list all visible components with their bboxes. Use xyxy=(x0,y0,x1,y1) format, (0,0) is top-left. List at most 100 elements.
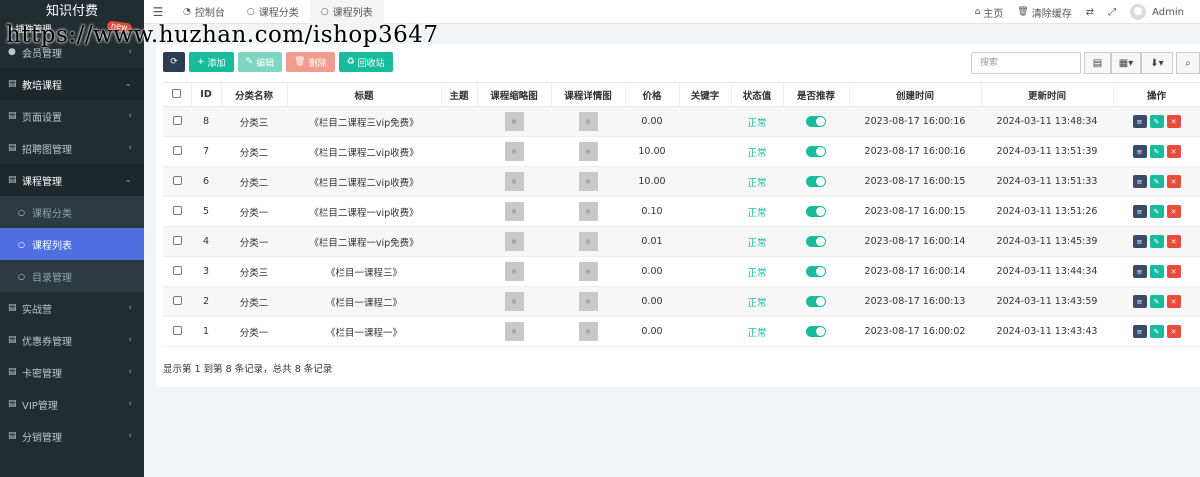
sidebar-item[interactable]: ▤ VIP管理 ‹ xyxy=(0,388,144,420)
delete-button[interactable]: 🗑 删除 xyxy=(286,52,335,72)
refresh-button[interactable]: ⟳ xyxy=(163,52,185,72)
thumbnail-image[interactable]: 图 xyxy=(504,142,524,161)
detail-image[interactable]: 图 xyxy=(578,262,598,281)
sidebar-item[interactable]: ▤ 页面设置 ‹ xyxy=(0,100,144,132)
sidebar-item[interactable]: ▤ 实战营 ‹ xyxy=(0,292,144,324)
row-checkbox[interactable] xyxy=(172,325,182,335)
add-button[interactable]: + 添加 xyxy=(189,52,234,72)
col-header[interactable]: 主题 xyxy=(441,82,478,107)
sidebar-item[interactable]: ○ 课程列表 xyxy=(0,228,144,260)
search-input[interactable]: 搜索 xyxy=(971,52,1081,74)
row-checkbox[interactable] xyxy=(172,145,182,155)
sidebar-item[interactable]: ▤ 招聘图管理 ‹ xyxy=(0,132,144,164)
detail-button[interactable]: ≡ xyxy=(1132,235,1147,248)
thumbnail-image[interactable]: 图 xyxy=(504,262,524,281)
row-select-cell[interactable] xyxy=(163,106,191,137)
thumbnail-image[interactable]: 图 xyxy=(504,172,524,191)
row-select-cell[interactable] xyxy=(163,226,191,257)
status-badge[interactable]: 正常 xyxy=(747,328,766,339)
edit-row-button[interactable]: ✎ xyxy=(1149,175,1164,188)
thumbnail-image[interactable]: 图 xyxy=(504,322,524,341)
col-header[interactable]: 更新时间 xyxy=(981,82,1114,107)
tab-course-list[interactable]: ○ 课程列表 xyxy=(309,0,384,24)
detail-button[interactable]: ≡ xyxy=(1132,175,1147,188)
col-header[interactable]: 价格 xyxy=(625,82,680,107)
delete-row-button[interactable]: ✕ xyxy=(1166,325,1181,338)
delete-row-button[interactable]: ✕ xyxy=(1166,265,1181,278)
home-link[interactable]: ⌂ 主页 xyxy=(968,5,1011,20)
row-checkbox[interactable] xyxy=(172,205,182,215)
recommend-toggle[interactable] xyxy=(806,176,826,187)
select-all-checkbox[interactable] xyxy=(172,88,182,98)
status-badge[interactable]: 正常 xyxy=(747,118,766,129)
fullscreen-icon[interactable]: ⤢ xyxy=(1101,7,1123,18)
export-dropdown[interactable]: ⬇▾ xyxy=(1141,52,1173,74)
tab-course-category[interactable]: ○ 课程分类 xyxy=(236,0,310,24)
detail-button[interactable]: ≡ xyxy=(1132,145,1147,158)
thumbnail-image[interactable]: 图 xyxy=(504,292,524,311)
row-checkbox[interactable] xyxy=(172,115,182,125)
tab-dashboard[interactable]: ◔ 控制台 xyxy=(172,0,236,24)
delete-row-button[interactable]: ✕ xyxy=(1166,145,1181,158)
row-select-cell[interactable] xyxy=(163,166,191,197)
row-select-cell[interactable] xyxy=(163,136,191,167)
brand-title[interactable]: 知识付费 xyxy=(0,0,144,24)
recycle-bin-button[interactable]: ♻ 回收站 xyxy=(338,52,393,72)
detail-button[interactable]: ≡ xyxy=(1132,115,1147,128)
row-checkbox[interactable] xyxy=(172,265,182,275)
col-header[interactable]: ID xyxy=(191,82,222,107)
edit-button[interactable]: ✎ 编辑 xyxy=(237,52,283,72)
detail-image[interactable]: 图 xyxy=(578,292,598,311)
advanced-search-button[interactable]: ⌕ xyxy=(1176,52,1200,74)
row-select-cell[interactable] xyxy=(163,286,191,317)
recommend-toggle[interactable] xyxy=(806,236,826,247)
recommend-toggle[interactable] xyxy=(806,116,826,127)
detail-image[interactable]: 图 xyxy=(578,112,598,131)
detail-image[interactable]: 图 xyxy=(578,232,598,251)
sidebar-item[interactable]: ▤ 教培课程 ⌄ xyxy=(0,68,144,100)
detail-image[interactable]: 图 xyxy=(578,322,598,341)
status-badge[interactable]: 正常 xyxy=(747,298,766,309)
col-header[interactable]: 创建时间 xyxy=(849,82,982,107)
col-header[interactable]: 课程详情图 xyxy=(551,82,626,107)
col-header[interactable]: 状态值 xyxy=(731,82,784,107)
detail-button[interactable]: ≡ xyxy=(1132,295,1147,308)
recommend-toggle[interactable] xyxy=(806,326,826,337)
sidebar-item[interactable]: ▤ 分销管理 ‹ xyxy=(0,420,144,452)
columns-dropdown[interactable]: ▦▾ xyxy=(1111,52,1141,74)
status-badge[interactable]: 正常 xyxy=(747,208,766,219)
edit-row-button[interactable]: ✎ xyxy=(1149,265,1164,278)
col-header[interactable]: 是否推荐 xyxy=(783,82,850,107)
recommend-toggle[interactable] xyxy=(806,206,826,217)
sidebar-item[interactable]: ▤ 优惠券管理 ‹ xyxy=(0,324,144,356)
user-menu[interactable]: Admin xyxy=(1123,4,1200,20)
edit-row-button[interactable]: ✎ xyxy=(1149,205,1164,218)
translate-icon[interactable]: ⇄ xyxy=(1079,7,1101,18)
thumbnail-image[interactable]: 图 xyxy=(504,232,524,251)
edit-row-button[interactable]: ✎ xyxy=(1149,325,1164,338)
row-checkbox[interactable] xyxy=(172,175,182,185)
col-header[interactable]: 分类名称 xyxy=(221,82,288,107)
delete-row-button[interactable]: ✕ xyxy=(1166,205,1181,218)
edit-row-button[interactable]: ✎ xyxy=(1149,145,1164,158)
detail-image[interactable]: 图 xyxy=(578,142,598,161)
menu-toggle-icon[interactable]: ☰ xyxy=(144,5,172,19)
col-header[interactable]: 标题 xyxy=(287,82,442,107)
sidebar-item[interactable]: ▤ 课程管理 ⌄ xyxy=(0,164,144,196)
col-header[interactable]: 关键字 xyxy=(679,82,732,107)
status-badge[interactable]: 正常 xyxy=(747,268,766,279)
recommend-toggle[interactable] xyxy=(806,146,826,157)
clear-cache-button[interactable]: 🗑 清除缓存 xyxy=(1010,5,1078,20)
thumbnail-image[interactable]: 图 xyxy=(504,202,524,221)
select-all-cell[interactable] xyxy=(163,82,192,107)
edit-row-button[interactable]: ✎ xyxy=(1149,115,1164,128)
col-header[interactable]: 课程缩略图 xyxy=(477,82,552,107)
delete-row-button[interactable]: ✕ xyxy=(1166,175,1181,188)
detail-button[interactable]: ≡ xyxy=(1132,325,1147,338)
sidebar-item[interactable]: ○ 目录管理 xyxy=(0,260,144,292)
status-badge[interactable]: 正常 xyxy=(747,148,766,159)
delete-row-button[interactable]: ✕ xyxy=(1166,235,1181,248)
row-checkbox[interactable] xyxy=(172,295,182,305)
detail-button[interactable]: ≡ xyxy=(1132,205,1147,218)
thumbnail-image[interactable]: 图 xyxy=(504,112,524,131)
